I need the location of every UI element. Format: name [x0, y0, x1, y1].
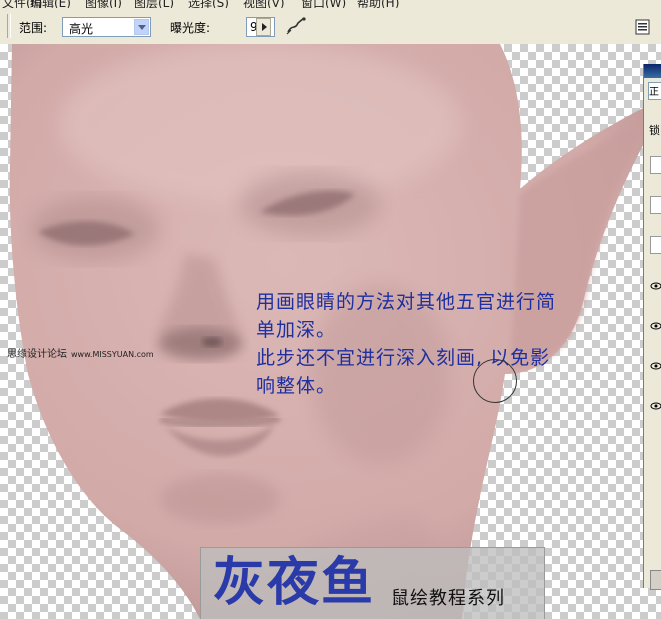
canvas-area[interactable]: 思缘设计论坛 www.MISSYUAN.com 用画眼睛的方法对其他五官进行简 单…: [0, 44, 661, 619]
menu-window[interactable]: 窗口(W): [301, 0, 346, 8]
range-label: 范围:: [19, 21, 48, 35]
panel-scrollbar[interactable]: [650, 570, 661, 590]
note-line: 响整体。: [256, 375, 337, 397]
watermark-site: www.MISSYUAN.com: [71, 350, 154, 359]
layer-thumb[interactable]: [650, 196, 661, 214]
options-bar: 文件(F) 编辑(E) 图像(I) 图层(L) 选择(S) 视图(V) 窗口(W…: [0, 0, 661, 44]
menu-view[interactable]: 视图(V): [243, 0, 285, 8]
brush-cursor: [473, 359, 517, 403]
note-line: 单加深。: [256, 319, 337, 341]
menu-image[interactable]: 图像(I): [85, 0, 122, 8]
layers-panel: 正 锁: [643, 64, 661, 590]
watermark-text: 思缘设计论坛: [7, 349, 67, 360]
eye-icon[interactable]: [650, 402, 661, 410]
eye-icon[interactable]: [650, 322, 661, 330]
brand-banner: 灰夜鱼 鼠绘教程系列: [200, 547, 545, 619]
brand-title: 灰夜鱼: [213, 553, 376, 613]
airbrush-icon[interactable]: [283, 14, 309, 38]
lock-label: 锁: [649, 124, 660, 137]
eye-icon[interactable]: [650, 282, 661, 290]
note-line: 用画眼睛的方法对其他五官进行简: [256, 291, 557, 313]
range-select[interactable]: 高光: [62, 17, 151, 37]
note-line: 此步还不宜进行深入刻画, 以免影: [256, 347, 551, 369]
menu-edit[interactable]: 编辑(E): [30, 0, 71, 8]
brand-subtitle: 鼠绘教程系列: [391, 588, 505, 609]
exposure-label: 曝光度:: [170, 21, 211, 35]
blend-mode-field[interactable]: 正: [648, 82, 661, 100]
eye-icon[interactable]: [650, 362, 661, 370]
exposure-slider-arrow-icon[interactable]: [256, 18, 271, 36]
toolbar-grip[interactable]: [7, 14, 11, 38]
panel-title-bar[interactable]: [644, 64, 661, 78]
watermark: 思缘设计论坛 www.MISSYUAN.com: [7, 345, 154, 360]
menu-bar: 文件(F) 编辑(E) 图像(I) 图层(L) 选择(S) 视图(V) 窗口(W…: [0, 0, 661, 8]
palette-well-icon[interactable]: [635, 18, 651, 36]
layer-thumb[interactable]: [650, 236, 661, 254]
chevron-down-icon[interactable]: [134, 19, 149, 35]
instruction-note: 用画眼睛的方法对其他五官进行简 单加深。 此步还不宜进行深入刻画, 以免影 响整…: [256, 288, 626, 400]
menu-select[interactable]: 选择(S): [188, 0, 229, 8]
menu-help[interactable]: 帮助(H): [357, 0, 399, 8]
menu-layer[interactable]: 图层(L): [134, 0, 174, 8]
range-value: 高光: [69, 22, 94, 36]
layer-thumb[interactable]: [650, 156, 661, 174]
